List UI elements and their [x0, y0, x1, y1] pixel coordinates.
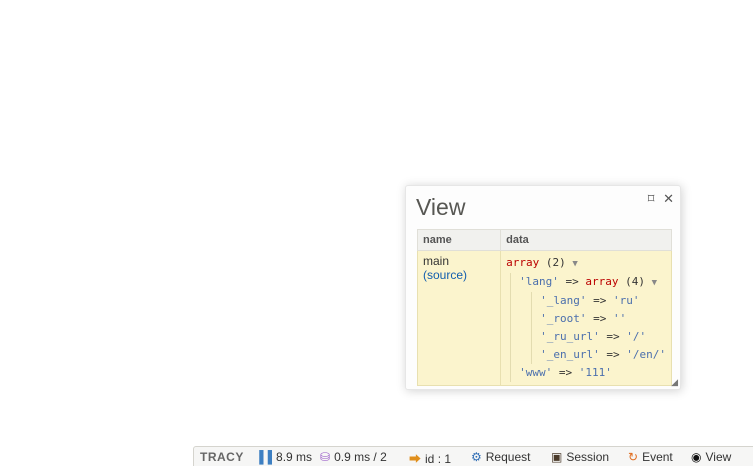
entry-value: '/'	[626, 330, 647, 343]
id-panel-tab[interactable]: ⮕ id : 1	[409, 450, 451, 467]
arrow: =>	[606, 330, 620, 343]
entry-value: '/en/'	[626, 348, 666, 361]
db-value: 0.9 ms / 2	[334, 450, 387, 464]
column-header-data: data	[500, 229, 672, 251]
root-count: (2)	[545, 256, 566, 269]
dump-entry: '_lang' => 'ru'	[540, 292, 666, 310]
dump-root-row[interactable]: array (2) ▼	[506, 254, 666, 273]
dump-lang-row[interactable]: 'lang' => array (4) ▼	[519, 273, 666, 292]
eye-icon: ◉	[691, 450, 702, 464]
row-name-cell: main (source)	[416, 250, 502, 386]
event-panel-tab[interactable]: ↻ Event	[628, 450, 673, 464]
entry-value: 'ru'	[613, 294, 640, 307]
entry-key: '_ru_url'	[540, 330, 600, 343]
time-value: 8.9 ms	[276, 450, 313, 464]
time-panel-tab[interactable]: ▐▐ 8.9 ms	[255, 450, 312, 464]
event-label: Event	[642, 450, 673, 464]
session-icon: ▣	[551, 450, 563, 464]
source-link[interactable]: (source)	[423, 268, 467, 282]
request-panel-tab[interactable]: ⚙ Request	[471, 450, 530, 464]
column-header-name: name	[416, 229, 502, 251]
entry-value: ''	[613, 312, 627, 325]
resize-handle-icon[interactable]: ◢	[671, 377, 678, 388]
bar-chart-icon: ▐▐	[255, 450, 273, 464]
dump-entry: '_root' => ''	[540, 310, 666, 328]
dump-lang-children: '_lang' => 'ru' '_root' => '' '_ru_url' …	[531, 292, 666, 364]
cogs-icon: ⚙	[471, 450, 482, 464]
variable-dump: array (2) ▼ 'lang' => array (4) ▼ '_lang…	[506, 254, 666, 382]
pin-icon[interactable]: ⌑	[648, 191, 655, 207]
view-panel: View ⌑ ✕ name data main (source) array (…	[405, 185, 681, 390]
row-data-cell: array (2) ▼ 'lang' => array (4) ▼ '_lang…	[500, 250, 672, 386]
arrow: =>	[593, 312, 607, 325]
collapse-triangle-icon[interactable]: ▼	[652, 278, 657, 288]
tracy-bar: TRACY ▐▐ 8.9 ms ⛁ 0.9 ms / 2 ⮕ id : 1 ⚙ …	[193, 446, 753, 466]
session-panel-tab[interactable]: ▣ Session	[551, 450, 609, 464]
www-value: '111'	[578, 366, 612, 379]
dump-entry: '_ru_url' => '/'	[540, 328, 666, 346]
refresh-icon: ↻	[628, 450, 639, 464]
tracy-logo-text: TRACY	[200, 450, 244, 464]
dump-www-row: 'www' => '111'	[519, 364, 666, 382]
entry-key: '_lang'	[540, 294, 587, 307]
arrow: =>	[558, 366, 573, 379]
row-name: main	[423, 254, 450, 268]
id-value: id : 1	[425, 451, 452, 466]
database-panel-tab[interactable]: ⛁ 0.9 ms / 2	[320, 450, 387, 464]
session-label: Session	[566, 450, 610, 464]
database-icon: ⛁	[320, 450, 331, 464]
view-label: View	[705, 450, 732, 464]
view-panel-tab[interactable]: ◉ View	[691, 450, 731, 464]
entry-key: '_root'	[540, 312, 587, 325]
panel-title: View	[416, 194, 466, 220]
lang-key: 'lang'	[519, 275, 559, 288]
arrow: =>	[606, 348, 620, 361]
lang-count: (4)	[625, 275, 646, 288]
close-icon[interactable]: ✕	[663, 191, 674, 207]
sign-in-icon: ⮕	[409, 452, 422, 466]
arrow: =>	[565, 275, 579, 288]
dump-root-children: 'lang' => array (4) ▼ '_lang' => 'ru' '_…	[510, 273, 666, 382]
tracy-logo[interactable]: TRACY	[200, 450, 244, 464]
www-key: 'www'	[519, 366, 553, 379]
panel-controls: ⌑ ✕	[643, 191, 674, 207]
lang-type: array	[585, 275, 619, 288]
arrow: =>	[593, 294, 607, 307]
request-label: Request	[485, 450, 531, 464]
table-row: main (source) array (2) ▼ 'lang' => arra…	[416, 250, 672, 386]
dump-entry: '_en_url' => '/en/'	[540, 346, 666, 364]
collapse-triangle-icon[interactable]: ▼	[572, 259, 577, 269]
root-type: array	[506, 256, 540, 269]
entry-key: '_en_url'	[540, 348, 600, 361]
view-table: name data main (source) array (2) ▼ 'lan…	[416, 229, 672, 386]
